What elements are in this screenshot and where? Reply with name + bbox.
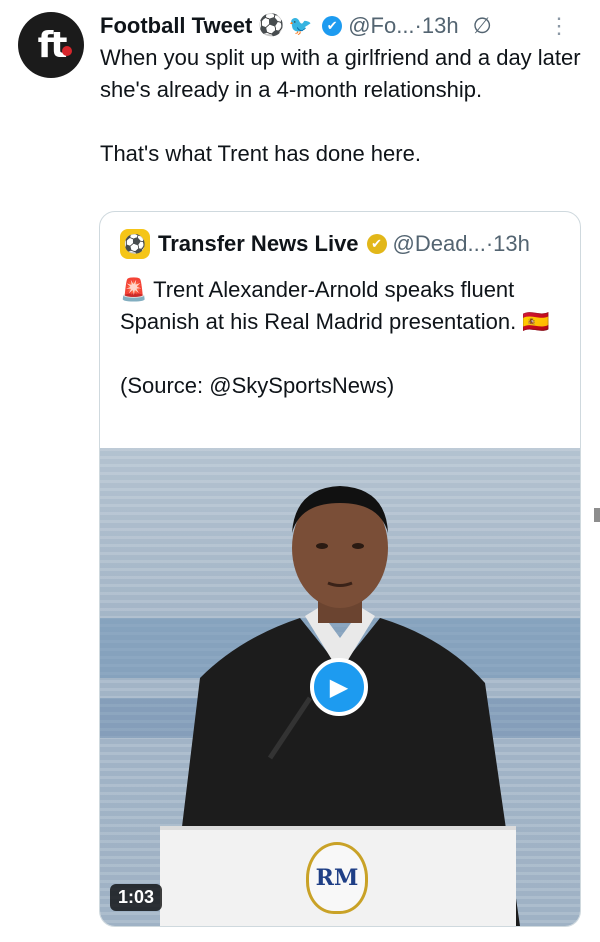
gold-verified-badge-icon: ✔: [366, 234, 387, 254]
tweet-text: When you split up with a girlfriend and …: [100, 45, 581, 166]
play-icon: ▶: [329, 673, 349, 701]
time-separator: ·: [414, 13, 422, 38]
scrollbar-handle[interactable]: [594, 508, 600, 522]
verified-badge-icon: ✔: [322, 16, 343, 36]
grok-icon[interactable]: ∅: [473, 13, 492, 39]
video-duration-badge: 1:03: [110, 884, 163, 911]
tweet-timestamp[interactable]: 13h: [422, 13, 459, 39]
bird-icon: 🐦: [288, 16, 313, 37]
quoted-tweet-header: ⚽ Transfer News Live ✔ @Dead... · 13h: [120, 228, 568, 260]
quoted-author-handle[interactable]: @Dead...: [393, 231, 486, 257]
author-name[interactable]: Football Tweet: [100, 13, 252, 39]
play-button[interactable]: ▶: [310, 658, 368, 716]
quoted-timestamp[interactable]: 13h: [493, 231, 530, 257]
quoted-author-name[interactable]: Transfer News Live: [158, 231, 359, 257]
tweet-header: Football Tweet ⚽ 🐦 ✔ @Fo... · 13h ∅ ⋮: [100, 10, 580, 42]
quoted-time-separator: ·: [485, 231, 494, 256]
more-options-icon[interactable]: ⋮: [548, 10, 570, 42]
avatar-red-dot: [62, 46, 72, 56]
football-icon: ⚽: [258, 14, 285, 37]
quoted-tweet-card[interactable]: ⚽ Transfer News Live ✔ @Dead... · 13h 🚨 …: [99, 211, 581, 927]
quoted-tweet-text: 🚨 Trent Alexander-Arnold speaks fluent S…: [120, 277, 550, 398]
real-madrid-crest-icon: RM: [306, 842, 368, 914]
author-handle[interactable]: @Fo...: [348, 13, 414, 39]
quoted-avatar-football-icon[interactable]: ⚽: [120, 229, 150, 259]
avatar-text: ft: [37, 24, 68, 66]
author-avatar[interactable]: ft: [18, 12, 84, 78]
video-player[interactable]: RM ▶ 1:03: [100, 448, 580, 926]
